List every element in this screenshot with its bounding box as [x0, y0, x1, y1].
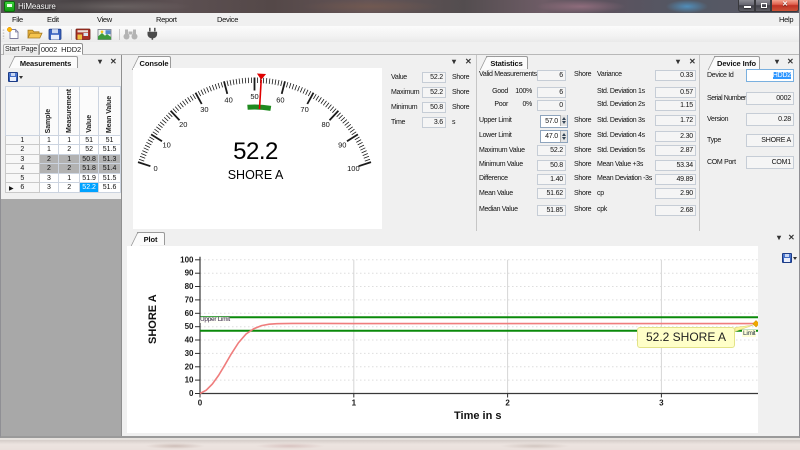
svg-text:2: 2	[505, 399, 510, 408]
svg-text:3: 3	[659, 399, 664, 408]
svg-text:20: 20	[179, 120, 187, 129]
svg-text:0: 0	[198, 399, 203, 408]
svg-text:50: 50	[185, 322, 194, 331]
svg-text:60: 60	[185, 309, 194, 318]
svg-text:40: 40	[185, 336, 194, 345]
svg-text:70: 70	[300, 105, 308, 114]
svg-text:80: 80	[322, 120, 330, 129]
svg-text:90: 90	[185, 269, 194, 278]
svg-text:40: 40	[224, 95, 232, 104]
svg-text:30: 30	[200, 105, 208, 114]
svg-text:50: 50	[250, 92, 258, 101]
svg-text:60: 60	[276, 95, 284, 104]
svg-text:80: 80	[185, 282, 194, 291]
svg-text:100: 100	[180, 255, 194, 264]
svg-text:30: 30	[185, 349, 194, 358]
svg-text:1: 1	[352, 399, 357, 408]
svg-text:0: 0	[189, 389, 194, 398]
svg-text:70: 70	[185, 295, 194, 304]
svg-text:20: 20	[185, 362, 194, 371]
svg-text:10: 10	[185, 376, 194, 385]
